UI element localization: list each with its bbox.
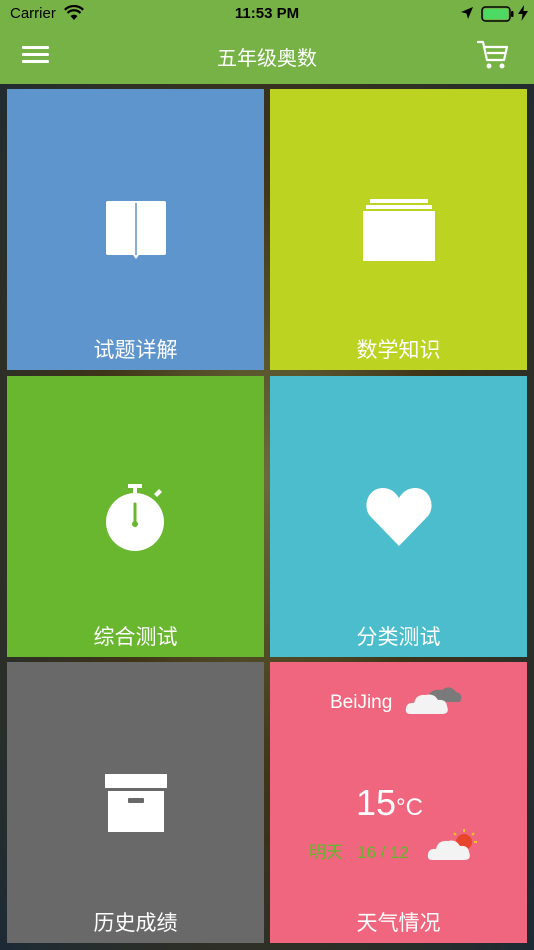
stopwatch-icon: [105, 483, 164, 551]
tomorrow-label: 明天: [309, 843, 343, 863]
cart-icon: [476, 40, 509, 62]
temperature-value: 15: [356, 782, 397, 823]
weather-temperature: 15°C: [356, 782, 423, 824]
cloudy-icon: [405, 687, 462, 714]
tile-label: 历史成绩: [93, 911, 178, 935]
cart-button[interactable]: [476, 38, 510, 72]
nav-bar: 五年级奥数: [0, 28, 534, 84]
tile-exam-explanation[interactable]: 试题详解: [7, 89, 264, 370]
status-time: 11:53 PM: [234, 5, 300, 22]
temperature-unit: °C: [396, 794, 423, 821]
tile-label: 分类测试: [356, 625, 441, 649]
tile-label: 数学知识: [356, 338, 441, 362]
partly-sunny-icon: [427, 829, 477, 860]
tile-comprehensive-test[interactable]: 综合测试: [7, 376, 264, 657]
page-title: 五年级奥数: [217, 46, 317, 70]
tile-weather[interactable]: BeiJing 15°C 明天 16 / 12 天气情况: [270, 662, 527, 943]
folder-stack-icon: [362, 198, 435, 261]
tomorrow-range: 16 / 12: [357, 843, 409, 862]
archive-box-icon: [104, 773, 167, 832]
tile-label: 综合测试: [93, 625, 178, 649]
heart-icon: [365, 487, 432, 546]
tile-history-scores[interactable]: 历史成绩: [7, 662, 264, 943]
status-bar: Carrier 11:53 PM: [0, 0, 534, 28]
app-header: Carrier 11:53 PM 五年级奥数: [0, 0, 534, 84]
book-icon: [105, 200, 166, 259]
charging-icon: [518, 5, 528, 21]
tile-math-knowledge[interactable]: 数学知识: [270, 89, 527, 370]
tile-label: 天气情况: [356, 911, 441, 935]
weather-tomorrow: 明天 16 / 12: [309, 838, 409, 863]
weather-city: BeiJing: [330, 692, 393, 713]
battery-icon: [481, 6, 514, 22]
location-icon: [461, 7, 473, 19]
tile-label: 试题详解: [93, 338, 178, 362]
tile-category-test[interactable]: 分类测试: [270, 376, 527, 657]
